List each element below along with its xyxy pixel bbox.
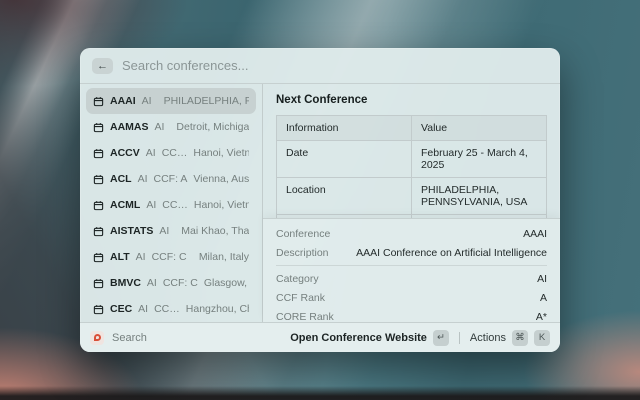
metadata-row-category: Category AI [276, 269, 547, 288]
conference-location: Mai Khao, Thail… [181, 225, 249, 237]
actions-button[interactable]: Actions [470, 332, 506, 344]
markdown-area: Next Conference Information Value Date F… [263, 84, 560, 218]
conference-rank: CCF: A [153, 173, 188, 185]
table-cell-label: Date [276, 140, 412, 178]
metadata-row-description: Description AAAI Conference on Artificia… [276, 243, 547, 262]
metadata-value: A* [535, 310, 547, 323]
primary-action-button[interactable]: Open Conference Website [290, 332, 427, 344]
conference-location: Detroit, Michigan… [176, 121, 249, 133]
metadata-value: AAAI Conference on Artificial Intelligen… [356, 246, 547, 259]
table-header-value: Value [411, 115, 547, 141]
calendar-icon [93, 252, 104, 262]
search-input[interactable] [122, 58, 548, 73]
conference-tag: AI [145, 147, 156, 159]
conference-location: Glasgow, UK [203, 277, 249, 289]
conference-location: Vienna, Austria [193, 173, 249, 185]
metadata-panel: Conference AAAI Description AAAI Confere… [263, 218, 560, 322]
metadata-label: Category [276, 272, 319, 285]
conference-tag: AI [138, 303, 149, 315]
next-conference-table: Information Value Date February 25 - Mar… [276, 115, 547, 218]
conference-rank: CC… [162, 199, 188, 211]
calendar-icon [93, 278, 104, 288]
conference-name: CEC [110, 303, 133, 315]
metadata-value: AAAI [523, 227, 547, 240]
conference-tag: AI [135, 251, 146, 263]
list-item-acl[interactable]: ACL AI CCF: A Vienna, Austria [86, 166, 256, 192]
conference-name: ACML [110, 199, 141, 211]
list-item-cec[interactable]: CEC AI CC… Hangzhou, China [86, 296, 256, 322]
detail-title: Next Conference [276, 94, 368, 106]
metadata-label: Description [276, 246, 329, 259]
list-item-bmvc[interactable]: BMVC AI CCF: C Glasgow, UK [86, 270, 256, 296]
detail-pane: Next Conference Information Value Date F… [263, 84, 560, 322]
command-keycap: ⌘ [512, 329, 528, 346]
conference-location: Hanoi, Vietnam [193, 199, 249, 211]
metadata-row-core-rank: CORE Rank A* [276, 307, 547, 323]
calendar-icon [93, 148, 104, 158]
table-cell-value: February 25 - March 4, 2025 [411, 140, 547, 178]
table-cell-label: Location [276, 177, 412, 215]
conference-rank: CCF: C [162, 277, 198, 289]
metadata-label: CCF Rank [276, 291, 326, 304]
back-arrow-icon: ← [97, 59, 108, 72]
calendar-icon [93, 226, 104, 236]
list-item-aistats[interactable]: AISTATS AI Mai Khao, Thail… [86, 218, 256, 244]
conference-name: ALT [110, 251, 130, 263]
launcher-window: ← AAAI AI PHILADELPHIA, PE… AAMAS AI Det… [80, 48, 560, 352]
conference-name: BMVC [110, 277, 141, 289]
list-item-aaai[interactable]: AAAI AI PHILADELPHIA, PE… [86, 88, 256, 114]
table-header-information: Information [276, 115, 412, 141]
k-keycap: K [534, 329, 550, 346]
metadata-row-ccf-rank: CCF Rank A [276, 288, 547, 307]
list-item-acml[interactable]: ACML AI CC… Hanoi, Vietnam [86, 192, 256, 218]
conference-location: PHILADELPHIA, PE… [163, 95, 249, 107]
calendar-icon [93, 122, 104, 132]
conference-rank: CC… [161, 147, 188, 159]
calendar-icon [93, 304, 104, 314]
metadata-row-conference: Conference AAAI [276, 224, 547, 243]
conference-name: ACCV [110, 147, 140, 159]
search-bar: ← [80, 48, 560, 84]
table-row-date: Date February 25 - March 4, 2025 [276, 140, 547, 178]
table-cell-value: PHILADELPHIA, PENNSYLVANIA, USA [411, 177, 547, 215]
list-item-alt[interactable]: ALT AI CCF: C Milan, Italy [86, 244, 256, 270]
enter-keycap: ↵ [432, 329, 449, 346]
footer-separator [458, 331, 460, 344]
conference-location: Milan, Italy [198, 251, 249, 263]
conference-name: ACL [110, 173, 132, 185]
conference-name: AISTATS [110, 225, 154, 237]
conference-tag: AI [141, 95, 152, 107]
conference-rank: CC… [154, 303, 180, 315]
calendar-icon [93, 174, 104, 184]
metadata-divider [276, 265, 547, 266]
conference-list: AAAI AI PHILADELPHIA, PE… AAMAS AI Detro… [80, 84, 263, 322]
calendar-icon [93, 200, 104, 210]
footer-actions: Open Conference Website ↵ Actions ⌘ K [290, 329, 550, 346]
footer-bar: Search Open Conference Website ↵ Actions… [80, 322, 560, 352]
conference-name: AAMAS [110, 121, 149, 133]
metadata-value: AI [537, 272, 547, 285]
list-item-accv[interactable]: ACCV AI CC… Hanoi, Vietnam [86, 140, 256, 166]
conference-name: AAAI [110, 95, 136, 107]
metadata-label: CORE Rank [276, 310, 334, 323]
table-header-row: Information Value [276, 115, 547, 141]
calendar-icon [93, 96, 104, 106]
table-row-location: Location PHILADELPHIA, PENNSYLVANIA, USA [276, 177, 547, 215]
conference-tag: AI [137, 173, 148, 185]
conference-tag: AI [159, 225, 170, 237]
body: AAAI AI PHILADELPHIA, PE… AAMAS AI Detro… [80, 84, 560, 322]
extension-icon [90, 330, 104, 345]
metadata-label: Conference [276, 227, 331, 240]
conference-location: Hangzhou, China [185, 303, 249, 315]
metadata-value: A [539, 291, 547, 304]
conference-location: Hanoi, Vietnam [193, 147, 249, 159]
conference-tag: AI [146, 277, 157, 289]
footer-mode-label: Search [112, 331, 147, 344]
back-button[interactable]: ← [92, 57, 113, 74]
conference-rank: CCF: C [151, 251, 187, 263]
list-item-aamas[interactable]: AAMAS AI Detroit, Michigan… [86, 114, 256, 140]
conference-tag: AI [146, 199, 157, 211]
conference-tag: AI [154, 121, 165, 133]
